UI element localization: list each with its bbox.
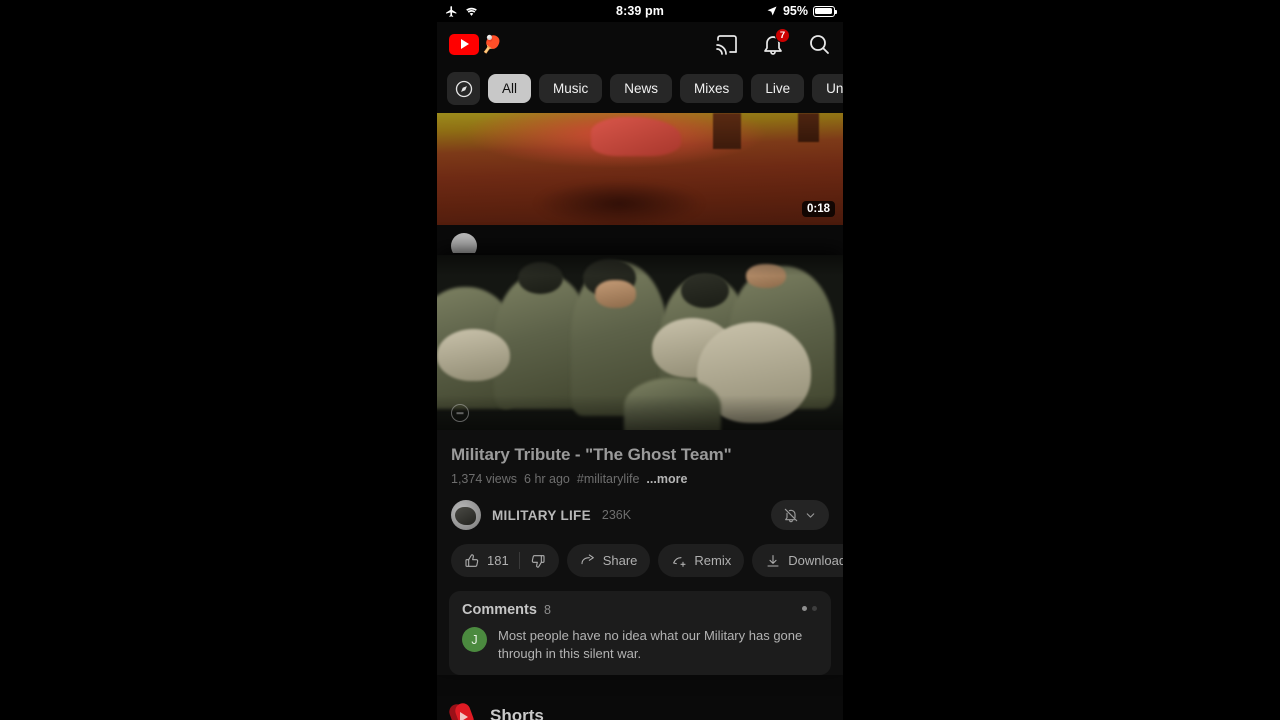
feed-item-previous-meta <box>437 225 843 253</box>
search-icon[interactable] <box>807 32 831 56</box>
comment-preview: J Most people have no idea what our Mili… <box>462 627 818 662</box>
like-count: 181 <box>487 553 509 568</box>
location-arrow-icon <box>767 6 777 16</box>
channel-subscribers: 236K <box>601 508 632 522</box>
chip-news[interactable]: News <box>610 74 673 103</box>
player-vignette <box>437 255 843 430</box>
video-title[interactable]: Military Tribute - "The Ghost Team" <box>451 444 829 465</box>
chip-mixes[interactable]: Mixes <box>680 74 744 103</box>
channel-name[interactable]: MILITARY LIFE <box>492 508 591 523</box>
remix-icon <box>673 556 686 567</box>
comments-header: Comments 8 <box>462 602 818 618</box>
comments-pagination-dots <box>802 606 817 611</box>
video-info: Military Tribute - "The Ghost Team" 1,37… <box>437 430 843 486</box>
video-feed: 0:18 Military Tribute - "The Ghost Team"… <box>437 113 843 720</box>
video-views: 1,374 views <box>451 472 518 486</box>
shorts-logo-icon <box>447 701 477 720</box>
share-button[interactable]: Share <box>566 544 651 577</box>
shorts-section: Shorts SKY HUSSAR 580 <box>437 691 843 720</box>
pingpong-emoji-icon: 🏓 <box>481 34 503 54</box>
download-button[interactable]: Download <box>752 544 843 577</box>
action-bar: 181 Share Remix Download <box>437 530 843 577</box>
share-label: Share <box>602 553 638 568</box>
shorts-header: Shorts <box>447 691 843 720</box>
video-title-previous <box>487 233 833 253</box>
channel-watermark-icon <box>451 404 469 422</box>
remix-button[interactable]: Remix <box>658 544 745 577</box>
cast-icon[interactable] <box>715 32 739 56</box>
video-thumbnail-previous <box>437 113 843 225</box>
status-bar: 8:39 pm 95% <box>437 0 843 22</box>
app-bar-actions: 7 <box>715 28 831 56</box>
screen-root: 8:39 pm 95% 🏓 7 All Music News Mixes Liv… <box>0 0 1280 720</box>
battery-percent: 95% <box>782 4 808 18</box>
notifications-bell-icon[interactable]: 7 <box>761 28 790 56</box>
chip-partial[interactable]: Un <box>812 74 843 103</box>
video-published: 6 hr ago <box>524 472 570 486</box>
thumbnail-shadow-shape <box>534 180 705 225</box>
channel-avatar-previous <box>451 233 477 253</box>
youtube-logo[interactable] <box>449 33 479 55</box>
thumbnail-post-shape-2 <box>798 113 819 143</box>
comment-avatar: J <box>462 627 487 652</box>
chip-all[interactable]: All <box>488 74 532 103</box>
chip-music[interactable]: Music <box>539 74 603 103</box>
shorts-title: Shorts <box>490 706 544 720</box>
bell-off-icon <box>784 508 798 523</box>
app-bar: 🏓 7 <box>437 22 843 66</box>
chip-live[interactable]: Live <box>751 74 805 103</box>
comments-card[interactable]: Comments 8 J Most people have no idea wh… <box>449 591 831 675</box>
channel-row: MILITARY LIFE 236K <box>437 486 843 530</box>
chevron-down-icon <box>806 512 815 518</box>
notification-preference-button[interactable] <box>771 500 829 530</box>
pagination-dot <box>812 606 817 611</box>
thumbs-up-icon <box>465 553 479 567</box>
video-more-link[interactable]: ...more <box>646 472 687 486</box>
video-player[interactable] <box>437 255 843 430</box>
pagination-dot-active <box>802 606 807 611</box>
thumbnail-post-shape <box>713 113 742 149</box>
phone-viewport: 8:39 pm 95% 🏓 7 All Music News Mixes Liv… <box>437 0 843 720</box>
feed-item-previous[interactable]: 0:18 <box>437 113 843 225</box>
download-icon <box>767 554 779 567</box>
category-chip-bar[interactable]: All Music News Mixes Live Un <box>437 66 843 113</box>
thumbnail-shoe-shape <box>591 117 681 156</box>
share-icon <box>581 553 594 564</box>
video-hashtag[interactable]: #militarylife <box>577 472 640 486</box>
battery-icon <box>813 5 838 17</box>
channel-avatar[interactable] <box>451 500 481 530</box>
video-meta[interactable]: 1,374 views 6 hr ago #militarylife ...mo… <box>451 472 829 486</box>
download-label: Download <box>788 553 843 568</box>
watch-card: Military Tribute - "The Ghost Team" 1,37… <box>437 255 843 675</box>
like-dislike-group[interactable]: 181 <box>451 544 559 577</box>
comments-count: 8 <box>543 603 551 617</box>
comment-text: Most people have no idea what our Milita… <box>498 628 803 661</box>
comments-heading: Comments <box>462 602 537 618</box>
compass-icon <box>455 80 472 97</box>
chip-explore-compass[interactable] <box>447 72 480 105</box>
remix-label: Remix <box>694 553 732 568</box>
thumbs-down-icon[interactable] <box>530 553 546 569</box>
notifications-badge: 7 <box>775 28 790 43</box>
action-divider <box>518 552 520 569</box>
video-duration-badge: 0:18 <box>801 201 835 217</box>
status-bar-right: 95% <box>766 4 838 18</box>
